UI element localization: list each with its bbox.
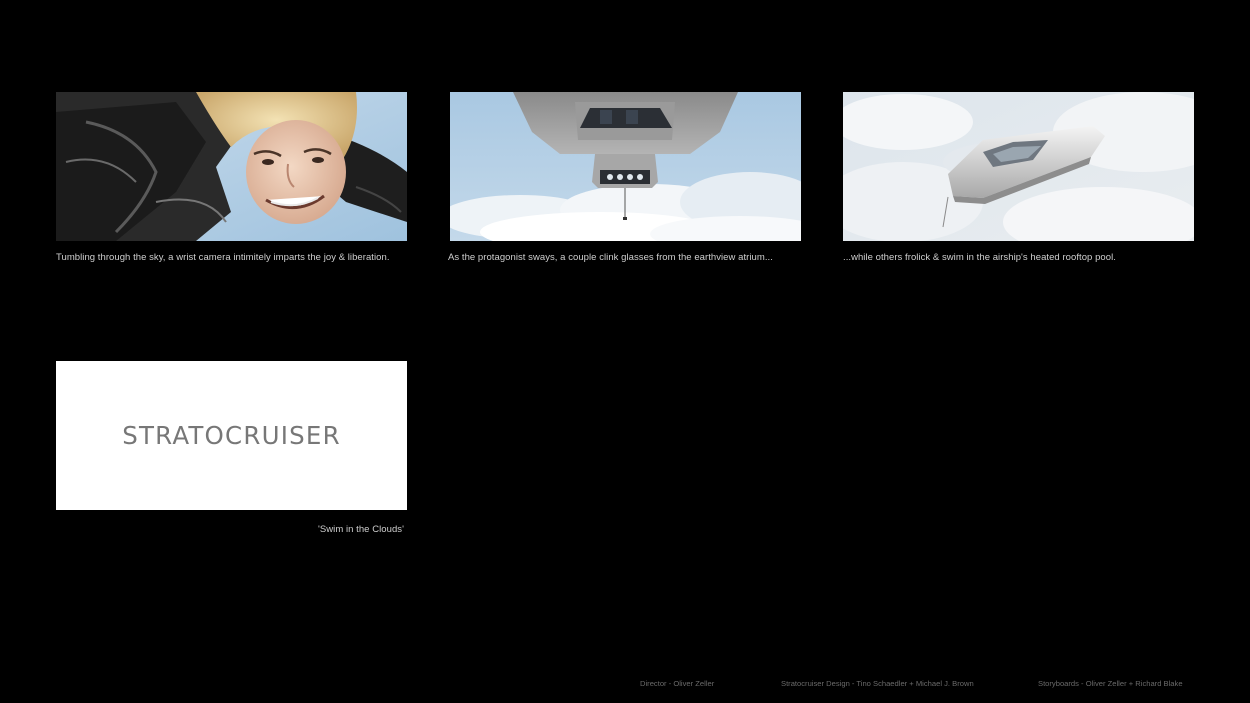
airship-side-illustration: [843, 92, 1194, 241]
credit-director: Director - Oliver Zeller: [640, 679, 715, 688]
storyboard-panel-3: [843, 92, 1194, 241]
title-card-subtitle: 'Swim in the Clouds': [318, 524, 404, 535]
credit-storyboards: Storyboards - Oliver Zeller + Richard Bl…: [1038, 679, 1183, 688]
storyboard-panel-2: [450, 92, 801, 241]
panel-1-caption: Tumbling through the sky, a wrist camera…: [56, 252, 390, 263]
storyboard-panel-1: [56, 92, 407, 241]
credit-design: Stratocruiser Design - Tino Schaedler + …: [781, 679, 974, 688]
title-card: STRATOCRUISER: [56, 361, 407, 510]
woman-skydiving-illustration: [56, 92, 407, 241]
title-card-text: STRATOCRUISER: [122, 421, 341, 450]
airship-underside-illustration: [450, 92, 801, 241]
panel-3-caption: ...while others frolick & swim in the ai…: [843, 252, 1116, 263]
panel-2-caption: As the protagonist sways, a couple clink…: [448, 252, 773, 263]
